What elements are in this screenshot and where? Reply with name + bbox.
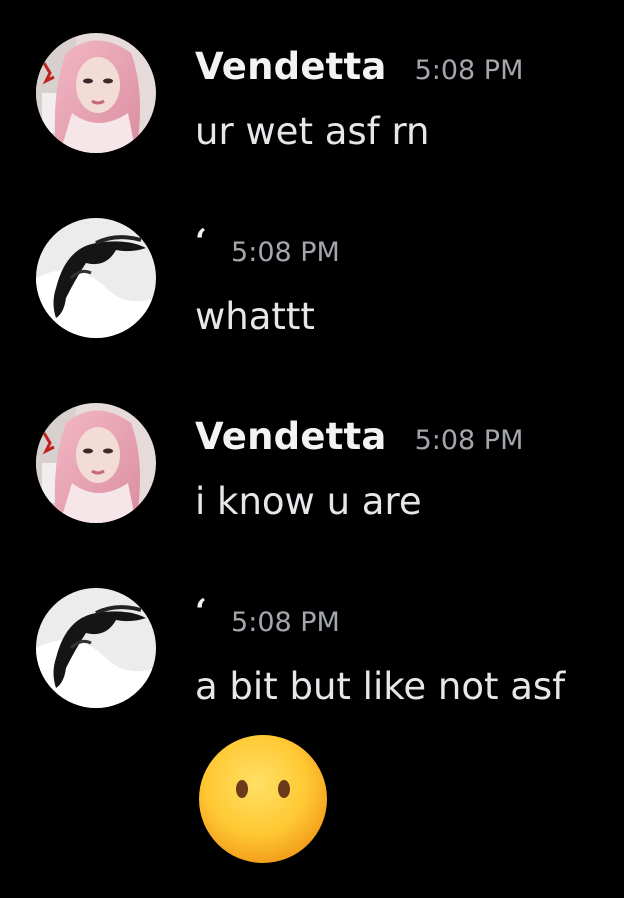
message-text: a bit but like not asf [195, 665, 566, 708]
timestamp: 5:08 PM [231, 237, 340, 268]
message-header: ‘ 5:08 PM [195, 222, 340, 270]
pink-hair-avatar-icon [36, 403, 156, 523]
face-without-mouth-emoji-icon[interactable] [197, 733, 329, 865]
username[interactable]: Vendetta [195, 415, 387, 458]
message-text: ur wet asf rn [195, 110, 430, 153]
timestamp: 5:08 PM [414, 425, 524, 456]
dark-hair-avatar-icon [36, 588, 156, 708]
dark-hair-avatar-icon [36, 218, 156, 338]
user-avatar[interactable] [36, 403, 156, 523]
timestamp: 5:08 PM [231, 607, 340, 638]
message-header: ‘ 5:08 PM [195, 592, 340, 640]
username[interactable]: ‘ [195, 222, 207, 262]
message-text: whattt [195, 295, 315, 338]
user-avatar[interactable] [36, 588, 156, 708]
pink-hair-avatar-icon [36, 33, 156, 153]
message-header: Vendetta 5:08 PM [195, 415, 523, 458]
user-avatar[interactable] [36, 33, 156, 153]
username[interactable]: Vendetta [195, 45, 387, 88]
message-header: Vendetta 5:08 PM [195, 45, 523, 88]
message-text: i know u are [195, 480, 422, 523]
timestamp: 5:08 PM [414, 55, 524, 86]
user-avatar[interactable] [36, 218, 156, 338]
username[interactable]: ‘ [195, 592, 207, 632]
